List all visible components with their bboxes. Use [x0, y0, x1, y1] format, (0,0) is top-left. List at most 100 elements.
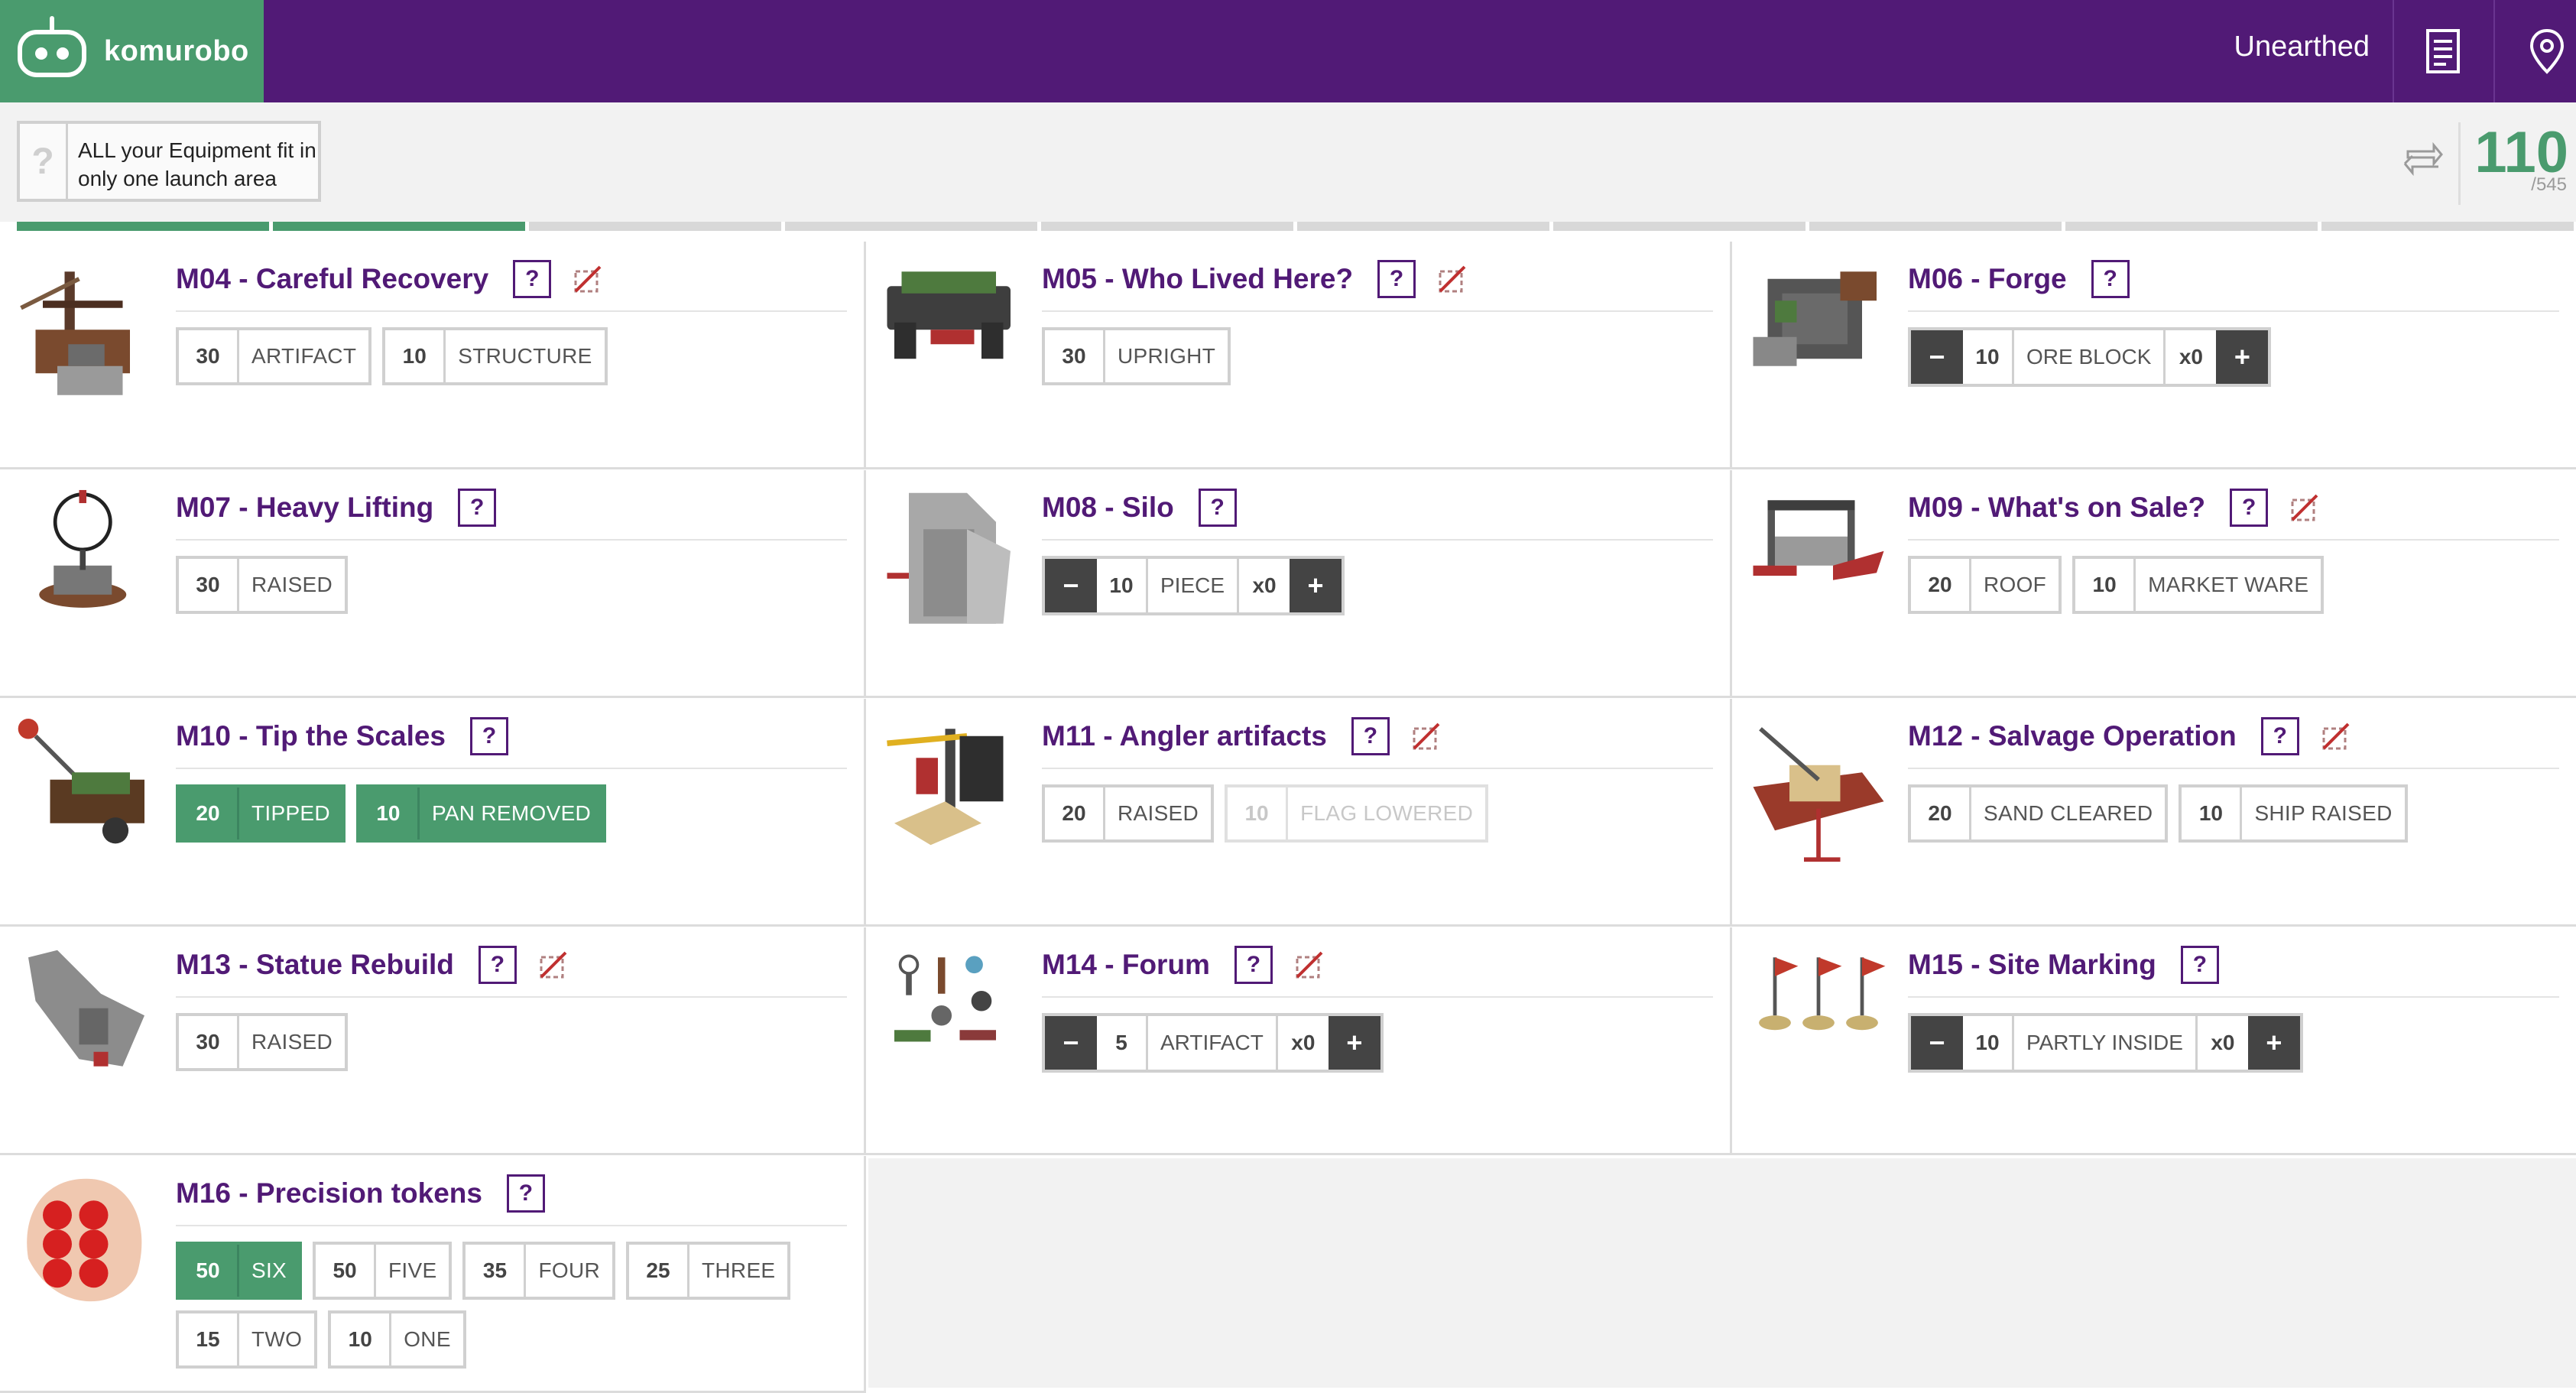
score-toggle-ship-raised[interactable]: 10 SHIP RAISED: [2179, 784, 2408, 843]
mission-title: M09 - What's on Sale??: [1908, 489, 2320, 527]
count-value: x0: [2211, 1031, 2235, 1054]
divider: [1908, 310, 2559, 312]
toggle-label: RAISED: [251, 1030, 333, 1054]
hint-card[interactable]: ? ALL your Equipment fit in only one lau…: [17, 121, 321, 202]
points-value: 30: [179, 559, 239, 611]
score-toggle-roof[interactable]: 20 ROOF: [1908, 556, 2062, 614]
scoring-options: 20 ROOF 10 MARKET WARE: [1908, 556, 2576, 625]
points-value: 30: [179, 1016, 239, 1068]
score-toggle-sand-cleared[interactable]: 20 SAND CLEARED: [1908, 784, 2169, 843]
help-button[interactable]: ?: [506, 1174, 545, 1213]
points-value: 25: [629, 1245, 689, 1297]
increment-button[interactable]: +: [1290, 559, 1342, 612]
who-lived-here-model-image: [887, 271, 1011, 359]
score-toggle-three[interactable]: 25 THREE: [626, 1242, 791, 1300]
help-button[interactable]: ?: [1198, 489, 1237, 527]
help-button[interactable]: ?: [2091, 260, 2130, 298]
score-toggle-six[interactable]: 50 SIX: [176, 1242, 303, 1300]
mission-title: M12 - Salvage Operation?: [1908, 717, 2351, 755]
toggle-label: TWO: [251, 1327, 303, 1351]
mission-title-text: M05 - Who Lived Here?: [1042, 263, 1354, 294]
toggle-label: FOUR: [538, 1258, 600, 1282]
score-toggle-one[interactable]: 10 ONE: [328, 1310, 466, 1369]
score-toggle-upright[interactable]: 30 UPRIGHT: [1042, 327, 1231, 385]
location-pin-icon[interactable]: [2524, 26, 2570, 76]
decrement-button[interactable]: −: [1045, 559, 1097, 612]
score-toggle-two[interactable]: 15 TWO: [176, 1310, 318, 1369]
toggle-label: MARKET WARE: [2148, 573, 2309, 596]
no-equipment-icon[interactable]: [1411, 721, 1442, 752]
divider: [1042, 768, 1713, 769]
statue-rebuild-model-image: [28, 950, 144, 1067]
toggle-label: ONE: [404, 1327, 451, 1351]
season-name[interactable]: Unearthed: [2234, 31, 2370, 63]
hint-text: ALL your Equipment fit in only one launc…: [78, 138, 316, 190]
score-toggle-market-ware[interactable]: 10 MARKET WARE: [2072, 556, 2325, 614]
help-button[interactable]: ?: [2260, 717, 2299, 755]
help-button[interactable]: ?: [470, 717, 508, 755]
score-toggle-raised[interactable]: 30 RAISED: [176, 1013, 349, 1071]
progress-segment: [785, 222, 1037, 231]
mission-title: M15 - Site Marking?: [1908, 946, 2219, 984]
increment-button[interactable]: +: [2216, 330, 2269, 384]
mission-title-text: M15 - Site Marking: [1908, 949, 2156, 980]
divider: [176, 768, 847, 769]
score-toggle-raised[interactable]: 20 RAISED: [1042, 784, 1215, 843]
decrement-button[interactable]: −: [1911, 330, 1963, 384]
score-toggle-four[interactable]: 35 FOUR: [462, 1242, 615, 1300]
mission-title: M08 - Silo?: [1042, 489, 1237, 527]
brand-logo[interactable]: komurobo: [0, 0, 264, 102]
refresh-icon[interactable]: [2400, 135, 2446, 183]
points-value: 20: [179, 787, 239, 839]
scoring-options: 20 TIPPED 10 PAN REMOVED: [176, 784, 848, 853]
divider: [1042, 996, 1713, 998]
decrement-button[interactable]: −: [1045, 1016, 1097, 1070]
toggle-label: THREE: [702, 1258, 776, 1282]
mission-title-text: M09 - What's on Sale?: [1908, 492, 2206, 523]
scoring-options: −5 ARTIFACT x0 +: [1042, 1013, 1715, 1073]
mission-title-text: M16 - Precision tokens: [176, 1177, 482, 1209]
progress-segment: [529, 222, 781, 231]
score-toggle-structure[interactable]: 10 STRUCTURE: [382, 327, 608, 385]
mission-title-text: M08 - Silo: [1042, 492, 1174, 523]
no-equipment-icon[interactable]: [2289, 492, 2320, 523]
help-button[interactable]: ?: [458, 489, 497, 527]
mission-card-m12: M12 - Salvage Operation? 20 SAND CLEARED 10…: [1732, 699, 2576, 927]
help-button[interactable]: ?: [1351, 717, 1390, 755]
progress-segment: [2065, 222, 2318, 231]
no-equipment-icon[interactable]: [538, 950, 569, 980]
progress-segment: [1041, 222, 1293, 231]
count-value: x0: [1291, 1031, 1316, 1054]
score-toggle-tipped[interactable]: 20 TIPPED: [176, 784, 346, 843]
increment-button[interactable]: +: [1328, 1016, 1380, 1070]
toggle-label: TIPPED: [251, 801, 330, 825]
no-equipment-icon[interactable]: [1294, 950, 1325, 980]
toggle-label: SIX: [251, 1258, 287, 1282]
help-button[interactable]: ?: [1234, 946, 1273, 984]
score-toggle-raised[interactable]: 30 RAISED: [176, 556, 349, 614]
help-button[interactable]: ?: [478, 946, 517, 984]
decrement-button[interactable]: −: [1911, 1016, 1963, 1070]
no-equipment-icon[interactable]: [573, 264, 603, 294]
increment-button[interactable]: +: [2247, 1016, 2300, 1070]
help-button[interactable]: ?: [513, 260, 552, 298]
points-value: 50: [316, 1245, 377, 1297]
stepper-label: PARTLY INSIDE: [2014, 1016, 2198, 1070]
document-icon[interactable]: [2420, 26, 2466, 76]
score-toggle-pan-removed[interactable]: 10 PAN REMOVED: [355, 784, 607, 843]
max-score: /545: [2531, 174, 2567, 195]
mission-card-m11: M11 - Angler artifacts? 20 RAISED 10 FLAG LO…: [866, 699, 1732, 927]
help-button[interactable]: ?: [2230, 489, 2269, 527]
no-equipment-icon[interactable]: [2321, 721, 2351, 752]
mission-title: M13 - Statue Rebuild?: [176, 946, 569, 984]
help-button[interactable]: ?: [1377, 260, 1416, 298]
mission-title-text: M10 - Tip the Scales: [176, 720, 446, 752]
progress-segment: [1553, 222, 1805, 231]
score-toggle-artifact[interactable]: 30 ARTIFACT: [176, 327, 372, 385]
score-toggle-five[interactable]: 50 FIVE: [313, 1242, 453, 1300]
top-bar: komurobo Unearthed: [0, 0, 2576, 102]
no-equipment-icon[interactable]: [1437, 264, 1468, 294]
divider: [176, 1225, 847, 1226]
help-button[interactable]: ?: [2180, 946, 2219, 984]
divider: [2393, 0, 2394, 102]
